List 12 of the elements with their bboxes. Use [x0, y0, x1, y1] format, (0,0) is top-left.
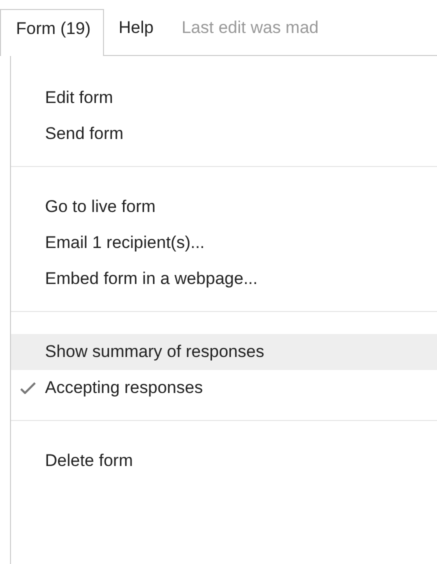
menu-item[interactable]: Delete form: [11, 443, 437, 479]
menu-item[interactable]: Show summary of responses: [11, 334, 437, 370]
menu-item[interactable]: Edit form: [11, 80, 437, 116]
menu-tab[interactable]: Help: [104, 0, 166, 56]
menu-tab[interactable]: Form (19): [0, 9, 104, 56]
menu-item[interactable]: Send form: [11, 116, 437, 152]
menu-item[interactable]: Accepting responses: [11, 370, 437, 406]
status-text: Last edit was mad: [182, 18, 319, 37]
menu-item[interactable]: Embed form in a webpage...: [11, 261, 437, 297]
menu-item[interactable]: Go to live form: [11, 189, 437, 225]
menu-item[interactable]: Email 1 recipient(s)...: [11, 225, 437, 261]
checkmark-icon: [20, 382, 36, 394]
